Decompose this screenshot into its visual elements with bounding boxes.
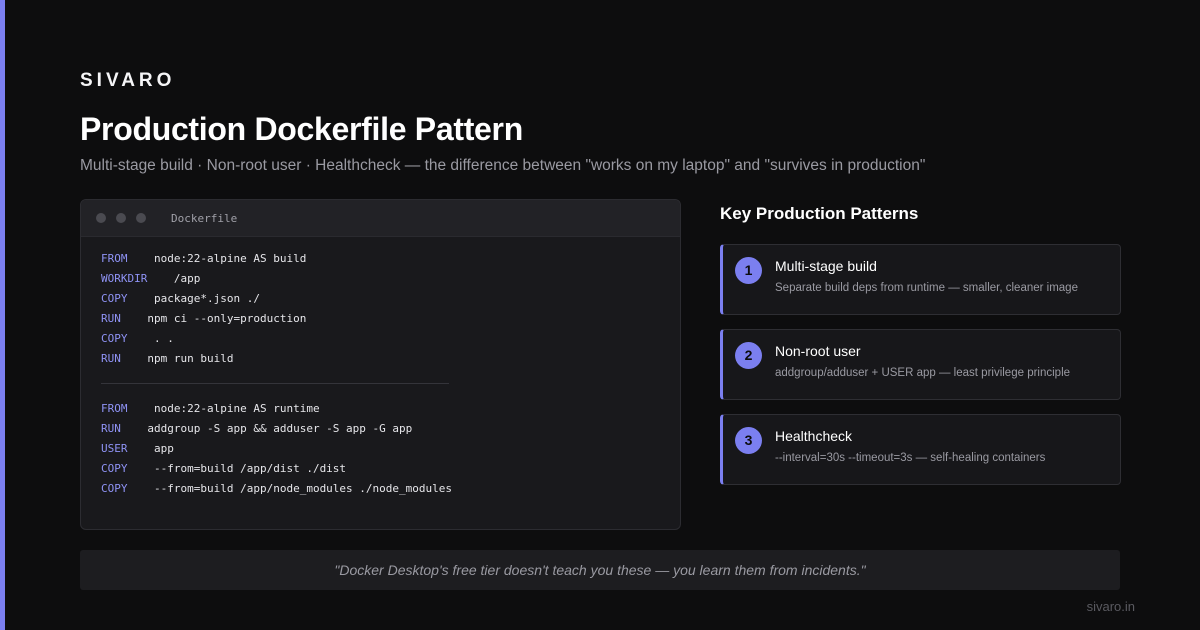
- code-line: COPY . .: [101, 329, 660, 349]
- pattern-title: Multi-stage build: [775, 258, 877, 274]
- pattern-number-badge: 3: [735, 427, 762, 454]
- patterns-heading: Key Production Patterns: [720, 204, 919, 223]
- pattern-number-badge: 1: [735, 257, 762, 284]
- code-window: Dockerfile FROM node:22-alpine AS build …: [80, 199, 681, 530]
- window-close-dot-icon[interactable]: [96, 213, 106, 223]
- code-line: COPY --from=build /app/dist ./dist: [101, 459, 660, 479]
- stage-divider: [101, 383, 449, 384]
- code-line: USER app: [101, 439, 660, 459]
- code-line: RUN addgroup -S app && adduser -S app -G…: [101, 419, 660, 439]
- pattern-description: --interval=30s --timeout=3s — self-heali…: [775, 452, 1046, 464]
- code-argument: /app: [173, 272, 201, 285]
- code-line: FROM node:22-alpine AS runtime: [101, 399, 660, 419]
- code-argument: package*.json ./: [154, 292, 260, 305]
- accent-bar: [0, 0, 5, 630]
- quote-banner: "Docker Desktop's free tier doesn't teac…: [80, 550, 1120, 590]
- site-url: sivaro.in: [1086, 599, 1135, 614]
- code-window-titlebar: Dockerfile: [81, 200, 680, 237]
- code-keyword: RUN: [101, 422, 121, 435]
- code-argument: node:22-alpine AS build: [154, 252, 307, 265]
- code-keyword: COPY: [101, 462, 128, 475]
- code-body: FROM node:22-alpine AS build WORKDIR /ap…: [81, 237, 680, 499]
- code-argument: addgroup -S app && adduser -S app -G app: [147, 422, 413, 435]
- code-line: COPY --from=build /app/node_modules ./no…: [101, 479, 660, 499]
- code-argument: app: [154, 442, 174, 455]
- code-keyword: FROM: [101, 402, 128, 415]
- code-line: COPY package*.json ./: [101, 289, 660, 309]
- pattern-card-non-root: 2 Non-root user addgroup/adduser + USER …: [720, 329, 1121, 400]
- window-minimize-dot-icon[interactable]: [116, 213, 126, 223]
- code-keyword: COPY: [101, 332, 128, 345]
- quote-text: "Docker Desktop's free tier doesn't teac…: [334, 562, 866, 578]
- code-keyword: WORKDIR: [101, 272, 148, 285]
- page-subtitle: Multi-stage build · Non-root user · Heal…: [80, 157, 926, 174]
- pattern-title: Healthcheck: [775, 428, 853, 444]
- code-argument: npm run build: [147, 352, 234, 365]
- code-argument: . .: [154, 332, 174, 345]
- code-line: RUN npm run build: [101, 349, 660, 369]
- code-keyword: RUN: [101, 352, 121, 365]
- page-title: Production Dockerfile Pattern: [80, 111, 523, 147]
- brand-logo: SIVARO: [80, 70, 176, 91]
- pattern-title: Non-root user: [775, 343, 861, 359]
- code-line: RUN npm ci --only=production: [101, 309, 660, 329]
- code-keyword: RUN: [101, 312, 121, 325]
- code-keyword: COPY: [101, 482, 128, 495]
- code-argument: --from=build /app/node_modules ./node_mo…: [154, 482, 453, 495]
- code-argument: --from=build /app/dist ./dist: [154, 462, 347, 475]
- pattern-description: addgroup/adduser + USER app — least priv…: [775, 367, 1071, 379]
- code-keyword: COPY: [101, 292, 128, 305]
- pattern-description: Separate build deps from runtime — small…: [775, 282, 1078, 294]
- code-argument: npm ci --only=production: [147, 312, 307, 325]
- window-maximize-dot-icon[interactable]: [136, 213, 146, 223]
- code-filename: Dockerfile: [171, 211, 238, 225]
- pattern-number-badge: 2: [735, 342, 762, 369]
- code-line: FROM node:22-alpine AS build: [101, 249, 660, 269]
- pattern-card-healthcheck: 3 Healthcheck --interval=30s --timeout=3…: [720, 414, 1121, 485]
- code-keyword: FROM: [101, 252, 128, 265]
- code-line: WORKDIR /app: [101, 269, 660, 289]
- code-keyword: USER: [101, 442, 128, 455]
- runtime-stage: FROM node:22-alpine AS runtime RUN addgr…: [101, 399, 660, 499]
- pattern-card-multi-stage: 1 Multi-stage build Separate build deps …: [720, 244, 1121, 315]
- build-stage: FROM node:22-alpine AS build WORKDIR /ap…: [101, 249, 660, 369]
- code-argument: node:22-alpine AS runtime: [154, 402, 320, 415]
